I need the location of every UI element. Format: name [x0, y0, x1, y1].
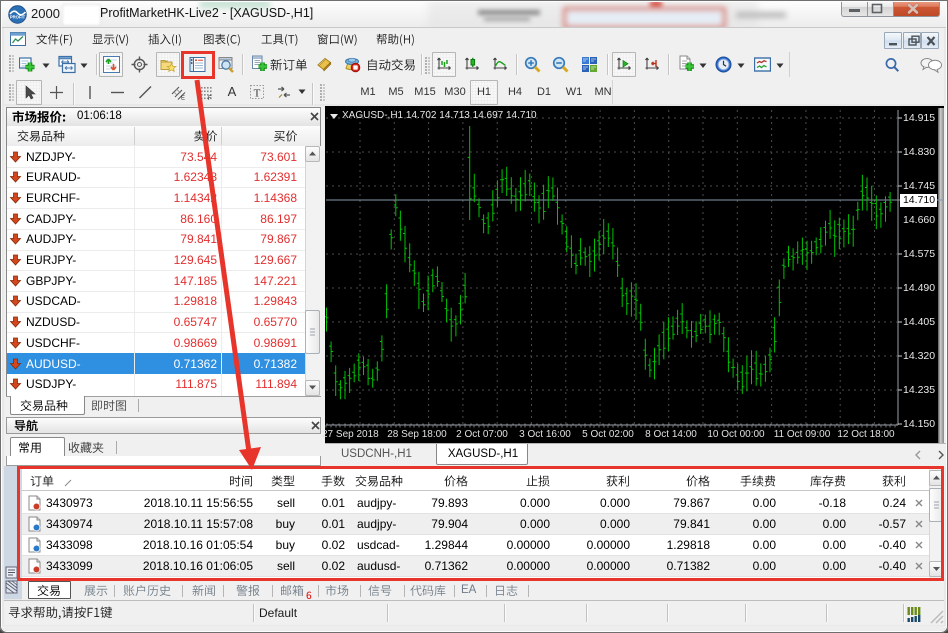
- svg-text:F: F: [208, 96, 212, 101]
- svg-text:PROFIT: PROFIT: [10, 15, 26, 20]
- svg-text:T: T: [254, 88, 261, 100]
- svg-text:E: E: [181, 96, 185, 102]
